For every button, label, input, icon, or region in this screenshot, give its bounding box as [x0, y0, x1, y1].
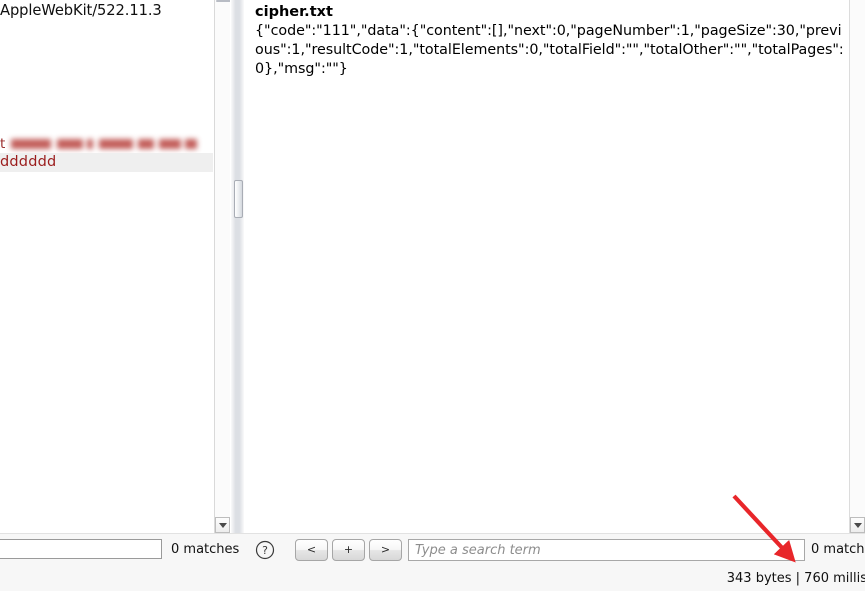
scrollbar-down-arrow-button[interactable]: [850, 517, 865, 533]
left-panel-scrollbar[interactable]: [214, 0, 230, 533]
find-previous-button[interactable]: <: [295, 539, 328, 561]
right-response-panel: cipher.txt {"code":"111","data":{"conten…: [244, 0, 849, 533]
application-window: AppleWebKit/522.11.3 t dddddd cipher.txt…: [0, 0, 865, 591]
user-agent-text: AppleWebKit/522.11.3: [0, 2, 162, 19]
right-find-bar: ? < + > 0 matches: [244, 534, 865, 568]
find-next-button[interactable]: >: [369, 539, 402, 561]
response-body-text[interactable]: {"code":"111","data":{"content":[],"next…: [255, 22, 845, 79]
left-request-panel: AppleWebKit/522.11.3 t dddddd: [0, 0, 230, 533]
redacted-line: t: [0, 136, 213, 153]
splitter-grip-icon[interactable]: [234, 180, 243, 218]
left-matches-label: 0 matches: [171, 542, 240, 557]
scrollbar-down-arrow-button[interactable]: [215, 517, 230, 533]
redacted-line-prefix: t: [0, 136, 6, 152]
panel-splitter[interactable]: [231, 0, 244, 533]
scrollbar-track[interactable]: [215, 0, 230, 533]
help-circle-icon[interactable]: ?: [255, 540, 275, 560]
left-panel-content[interactable]: AppleWebKit/522.11.3 t dddddd: [0, 0, 213, 533]
list-item-selected[interactable]: dddddd: [0, 153, 213, 172]
scrollbar-thumb[interactable]: [216, 0, 230, 2]
right-panel-scrollbar[interactable]: [849, 0, 865, 533]
bottom-bar: 0 matches ? < + > 0 matches 343 bytes | …: [0, 533, 865, 591]
right-matches-label: 0 matches: [811, 542, 865, 557]
chevron-down-icon: [853, 523, 862, 528]
list-item-label: dddddd: [0, 154, 57, 170]
scrollbar-track[interactable]: [850, 0, 865, 533]
response-filename: cipher.txt: [255, 4, 333, 20]
chevron-down-icon: [218, 523, 227, 528]
find-add-button[interactable]: +: [332, 539, 365, 561]
svg-text:?: ?: [262, 544, 268, 557]
redacted-blur-overlay: [7, 138, 197, 151]
right-search-input[interactable]: [408, 539, 805, 561]
status-bar-text: 343 bytes | 760 millis: [726, 571, 865, 586]
left-find-bar: 0 matches: [0, 534, 239, 568]
left-search-input[interactable]: [0, 539, 162, 559]
